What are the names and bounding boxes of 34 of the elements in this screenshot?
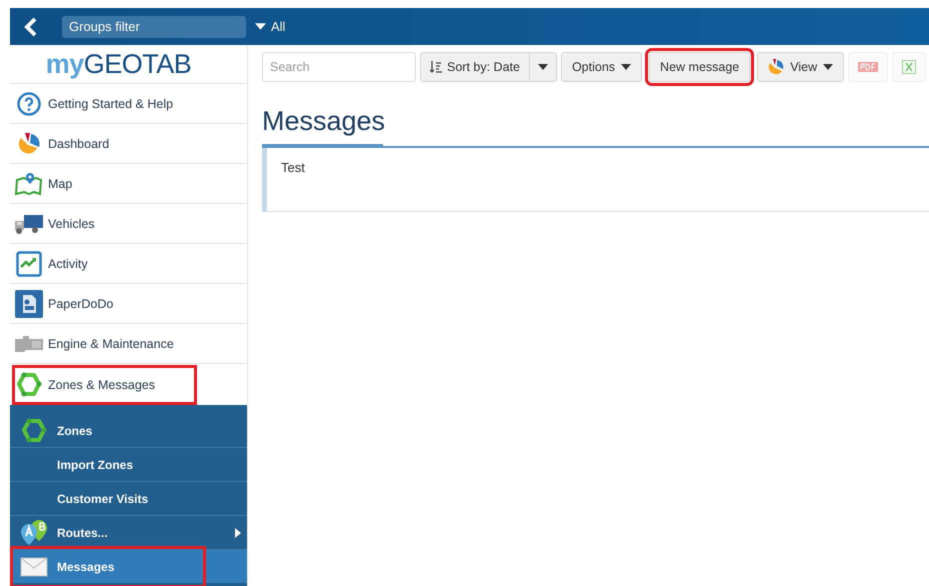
envelope-icon <box>20 556 48 576</box>
filter-dropdown[interactable]: All <box>255 19 286 34</box>
caret-icon <box>823 64 834 70</box>
document-icon <box>15 290 43 318</box>
help-icon <box>17 92 41 116</box>
submenu-item[interactable]: Zones <box>10 414 247 448</box>
groups-filter-field[interactable]: Groups filter <box>62 16 246 38</box>
submenu-item[interactable]: Customer Visits <box>10 482 247 516</box>
spreadsheet-icon <box>902 60 916 74</box>
submenu-item[interactable]: Import Zones <box>10 448 247 482</box>
activity-chart-icon <box>16 250 42 276</box>
message-title: Test <box>281 160 305 175</box>
zone-icon <box>16 372 42 398</box>
message-card[interactable]: Test <box>262 148 929 212</box>
pie-chart-icon <box>16 130 42 156</box>
engine-icon <box>14 334 44 352</box>
search-field[interactable]: Search <box>262 52 416 82</box>
excel-export-button[interactable] <box>892 52 926 82</box>
caret-icon <box>621 64 632 70</box>
pie-chart-icon <box>768 59 784 75</box>
options-button[interactable]: Options <box>560 52 642 82</box>
sort-icon <box>430 61 442 73</box>
caret-icon <box>255 23 266 30</box>
caret-icon <box>538 64 548 70</box>
page-title: Messages <box>262 105 386 138</box>
sort-button[interactable]: Sort by: Date <box>420 52 557 82</box>
map-icon <box>15 172 43 196</box>
view-button[interactable]: View <box>757 52 844 82</box>
route-pins-icon <box>18 518 48 546</box>
back-icon[interactable] <box>24 16 38 36</box>
pdf-export-button[interactable] <box>848 52 888 82</box>
truck-icon <box>14 212 44 234</box>
pdf-icon <box>858 62 878 72</box>
zone-icon <box>20 418 46 444</box>
